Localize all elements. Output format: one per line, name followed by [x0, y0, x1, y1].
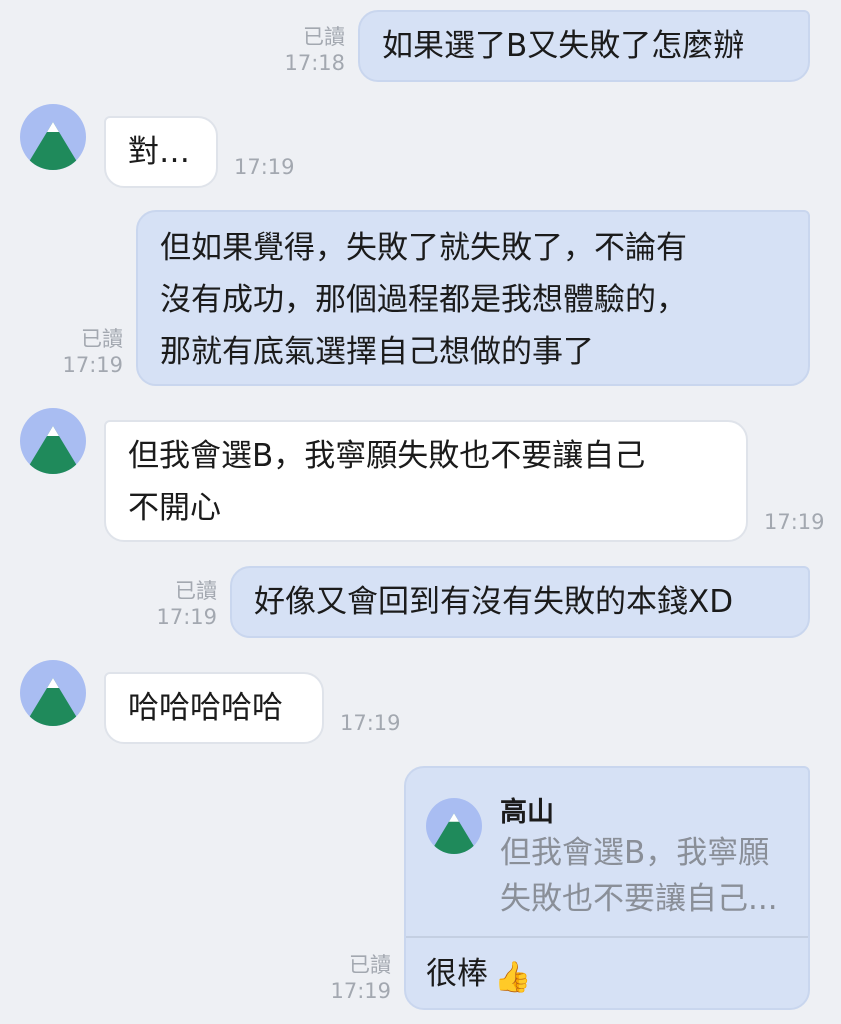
mountain-avatar-icon [20, 660, 86, 726]
message-text-line: 不開心 [128, 490, 221, 526]
contact-avatar[interactable] [20, 104, 86, 170]
message-time: 17:19 [340, 711, 401, 735]
quoted-text-line: 但我會選B，我寧願 [500, 835, 770, 871]
message-text-line: 沒有成功，那個過程都是我想體驗的， [160, 282, 687, 318]
message-bubble-outgoing-5[interactable]: 好像又會回到有沒有失敗的本錢XD [230, 566, 810, 638]
read-label: 已讀 [175, 579, 217, 603]
mountain-avatar-icon [20, 408, 86, 474]
read-label: 已讀 [303, 25, 345, 49]
message-text: 好像又會回到有沒有失敗的本錢XD [254, 584, 734, 620]
message-bubble-outgoing-3[interactable]: 但如果覺得，失敗了就失敗了，不論有 沒有成功，那個過程都是我想體驗的， 那就有底… [136, 210, 810, 386]
mountain-avatar-icon [20, 104, 86, 170]
message-time: 17:19 [764, 510, 825, 534]
read-status-5: 已讀 17:19 [156, 578, 217, 630]
message-time: 17:19 [156, 605, 217, 629]
message-bubble-incoming-4[interactable]: 但我會選B，我寧願失敗也不要讓自己 不開心 [104, 420, 748, 542]
quoted-avatar [426, 798, 482, 854]
message-text: 如果選了B又失敗了怎麼辦 [382, 28, 745, 64]
message-text: 對… [128, 134, 190, 170]
message-time: 17:19 [330, 979, 391, 1003]
message-time: 17:19 [62, 353, 123, 377]
message-bubble-incoming-6[interactable]: 哈哈哈哈哈 [104, 672, 324, 744]
message-bubble-incoming-2[interactable]: 對… [104, 116, 218, 188]
read-status-7: 已讀 17:19 [330, 952, 391, 1004]
read-label: 已讀 [81, 327, 123, 351]
read-status-1: 已讀 17:18 [284, 24, 345, 76]
reply-text-content: 很棒 [426, 956, 488, 992]
contact-avatar[interactable] [20, 660, 86, 726]
reply-divider [406, 936, 808, 938]
read-label: 已讀 [349, 953, 391, 977]
message-text-line: 但我會選B，我寧願失敗也不要讓自己 [128, 438, 646, 474]
message-text-line: 那就有底氣選擇自己想做的事了 [160, 334, 594, 370]
thumbs-up-icon: 👍 [494, 960, 532, 995]
message-text-line: 但如果覺得，失敗了就失敗了，不論有 [160, 230, 687, 266]
reply-text: 很棒 👍 [426, 948, 531, 1004]
contact-avatar[interactable] [20, 408, 86, 474]
message-bubble-outgoing-1[interactable]: 如果選了B又失敗了怎麼辦 [358, 10, 810, 82]
message-text: 哈哈哈哈哈 [128, 690, 283, 726]
read-status-3: 已讀 17:19 [62, 326, 123, 378]
quoted-sender-name: 高山 [500, 797, 554, 828]
message-time: 17:19 [234, 155, 295, 179]
reply-message-bubble[interactable]: 高山 但我會選B，我寧願 失敗也不要讓自己... 很棒 👍 [404, 766, 810, 1010]
quoted-message[interactable]: 高山 但我會選B，我寧願 失敗也不要讓自己... [406, 768, 808, 936]
message-time: 17:18 [284, 51, 345, 75]
mountain-avatar-icon [426, 798, 482, 854]
quoted-text-line: 失敗也不要讓自己... [500, 881, 778, 917]
quoted-text: 但我會選B，我寧願 失敗也不要讓自己... [500, 830, 800, 922]
